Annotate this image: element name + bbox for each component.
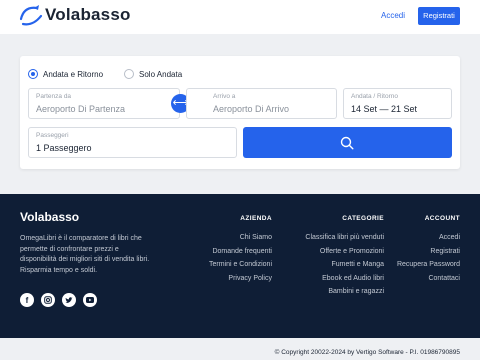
column-title: AZIENDA — [240, 215, 272, 222]
passengers-value[interactable]: 1 Passeggero — [36, 143, 92, 153]
footer-link[interactable]: Accedi — [397, 231, 460, 245]
footer-link[interactable]: Chi Siamo — [209, 231, 272, 245]
footer-link[interactable]: Fumetti e Manga — [305, 258, 384, 272]
arrival-field[interactable]: Arrivo a Aeroporto Di Arrivo — [186, 88, 337, 119]
column-title: ACCOUNT — [424, 215, 460, 222]
footer-link[interactable]: Registrati — [397, 245, 460, 259]
top-header: Volabasso Accedi Registrati — [0, 0, 480, 34]
arrival-label: Arrivo a — [213, 93, 236, 100]
copyright-text: © Copyright 20022-2024 by Vertigo Softwa… — [274, 349, 460, 356]
logo-icon — [19, 5, 43, 26]
footer-brand: Volabasso — [20, 210, 80, 224]
twitter-icon[interactable] — [62, 293, 76, 307]
signup-button[interactable]: Registrati — [418, 7, 460, 25]
facebook-icon[interactable]: f — [20, 293, 34, 307]
footer-link[interactable]: Ebook ed Audio libri — [305, 272, 384, 286]
youtube-icon[interactable] — [83, 293, 97, 307]
footer-description: OmegaLibri è il comparatore di libri che… — [20, 235, 150, 275]
departure-field[interactable]: Partenza da Aeroporto Di Partenza — [28, 88, 180, 119]
footer-link[interactable]: Contattaci — [397, 272, 460, 286]
instagram-icon[interactable] — [41, 293, 55, 307]
column-title: CATEGORIE — [342, 215, 384, 222]
footer-link[interactable]: Termini e Condizioni — [209, 258, 272, 272]
social-links: f — [20, 293, 97, 307]
site-footer: Volabasso OmegaLibri è il comparatore di… — [0, 194, 480, 338]
search-button[interactable] — [243, 127, 452, 158]
passengers-label: Passeggeri — [36, 132, 69, 139]
radio-unselected-icon[interactable] — [124, 69, 134, 79]
departure-label: Partenza da — [36, 93, 72, 100]
footer-link[interactable]: Bambini e ragazzi — [305, 285, 384, 299]
dates-label: Andata / Ritorno — [351, 93, 398, 100]
search-icon — [340, 136, 354, 150]
footer-column-categorie: CATEGORIE Classifica libri più venduti O… — [305, 215, 384, 299]
passengers-field[interactable]: Passeggeri 1 Passeggero — [28, 127, 237, 158]
brand-name[interactable]: Volabasso — [45, 5, 131, 25]
radio-one-way[interactable]: Solo Andata — [124, 69, 182, 79]
departure-input[interactable]: Aeroporto Di Partenza — [36, 104, 125, 114]
footer-link[interactable]: Offerte e Promozioni — [305, 245, 384, 259]
footer-link[interactable]: Domande frequenti — [209, 245, 272, 259]
footer-column-azienda: AZIENDA Chi Siamo Domande frequenti Term… — [209, 215, 272, 285]
radio-round-trip[interactable]: Andata e Ritorno — [28, 69, 103, 79]
dates-field[interactable]: Andata / Ritorno 14 Set — 21 Set — [343, 88, 452, 119]
radio-one-way-label: Solo Andata — [139, 69, 183, 79]
login-link[interactable]: Accedi — [381, 11, 405, 20]
footer-link[interactable]: Classifica libri più venduti — [305, 231, 384, 245]
flight-search-card: Andata e Ritorno Solo Andata Partenza da… — [20, 56, 460, 169]
radio-round-trip-label: Andata e Ritorno — [43, 69, 104, 79]
footer-link[interactable]: Recupera Password — [397, 258, 460, 272]
dates-value[interactable]: 14 Set — 21 Set — [351, 104, 417, 114]
footer-column-account: ACCOUNT Accedi Registrati Recupera Passw… — [397, 215, 460, 285]
radio-selected-icon[interactable] — [28, 69, 38, 79]
footer-link[interactable]: Privacy Policy — [209, 272, 272, 286]
arrival-input[interactable]: Aeroporto Di Arrivo — [213, 104, 289, 114]
